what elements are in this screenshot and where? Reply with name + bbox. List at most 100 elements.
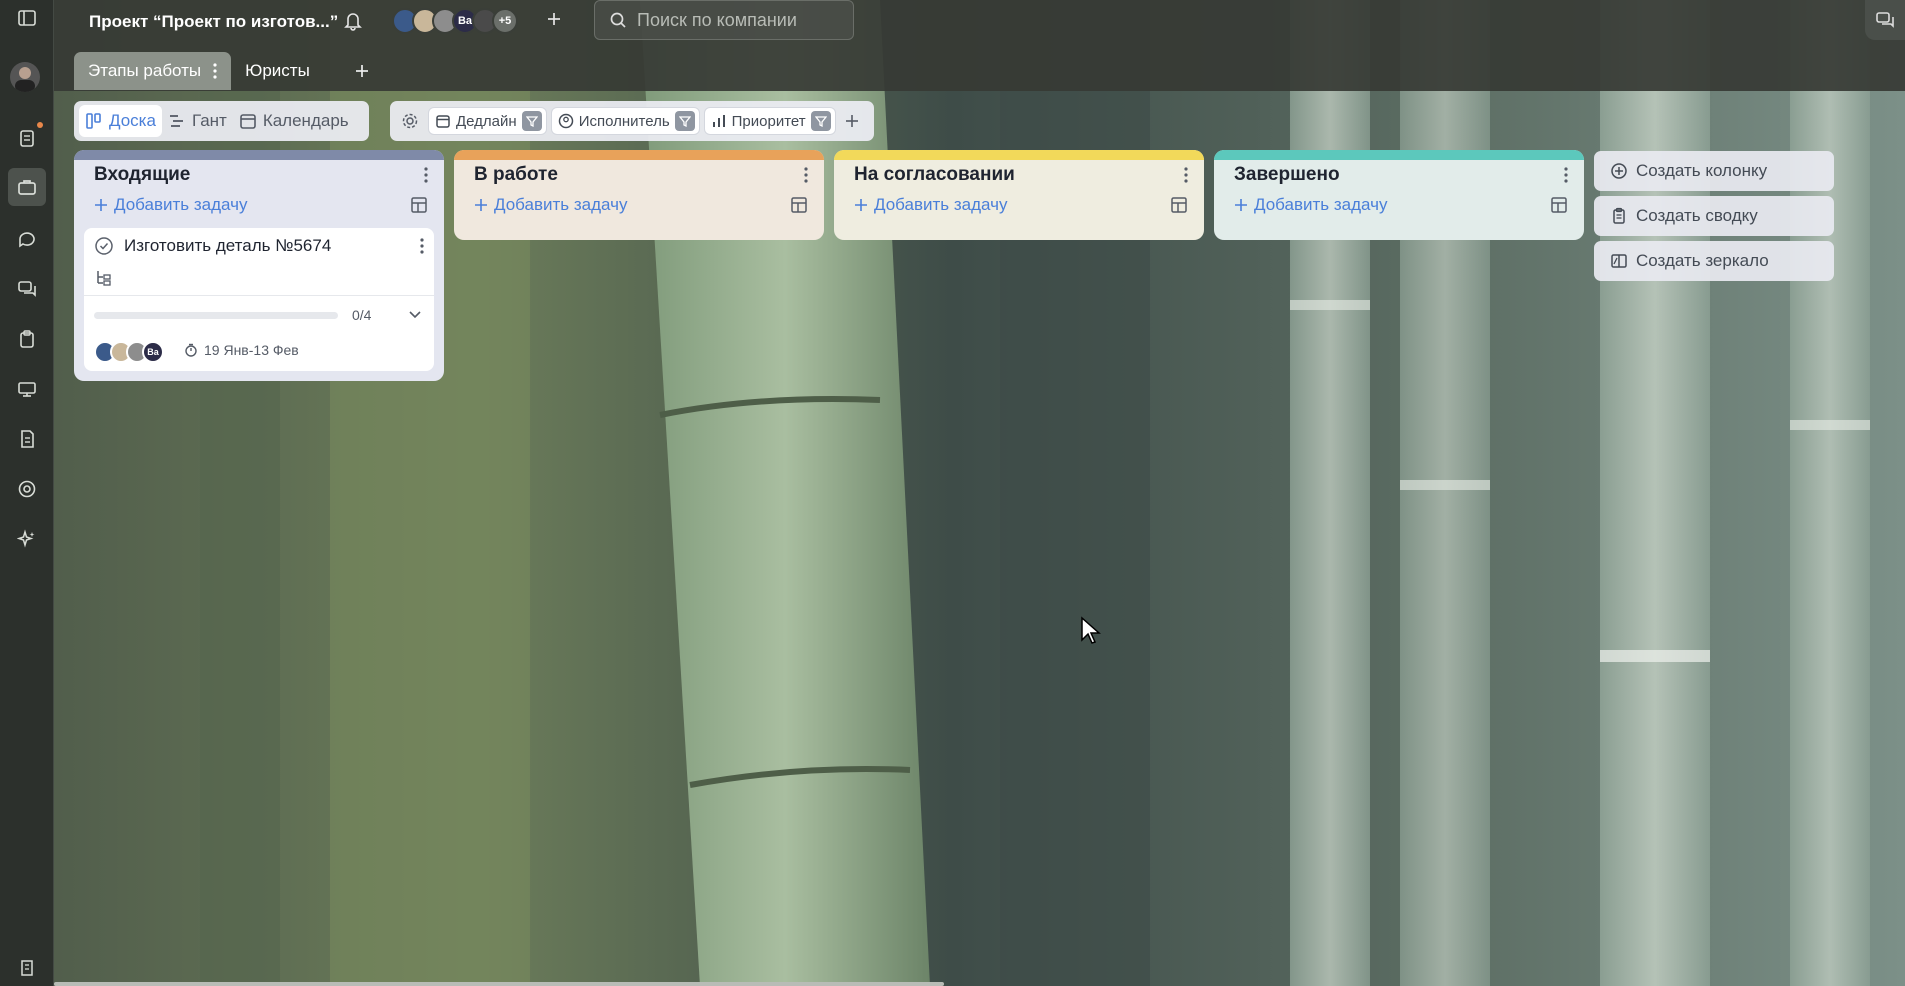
support-icon[interactable]: [13, 475, 41, 503]
left-sidebar: [0, 0, 54, 986]
column-color-strip: [834, 150, 1204, 160]
chat-icon[interactable]: [13, 225, 41, 253]
kebab-icon[interactable]: [213, 63, 217, 79]
task-card[interactable]: Изготовить деталь №5674 0/4 Ва 19 Янв-13…: [84, 228, 434, 371]
tab-work-stages[interactable]: Этапы работы: [74, 52, 232, 90]
add-tab-icon[interactable]: [354, 63, 370, 79]
plus-icon: [475, 199, 487, 211]
add-task-button[interactable]: Добавить задачу: [474, 195, 627, 215]
filter-priority-button[interactable]: Приоритет: [703, 107, 836, 135]
task-title[interactable]: Изготовить деталь №5674: [124, 236, 331, 256]
funnel-icon[interactable]: [810, 111, 831, 131]
template-icon[interactable]: [1170, 196, 1188, 214]
user-avatar[interactable]: [10, 62, 40, 92]
filter-label: Дедлайн: [456, 112, 517, 130]
funnel-icon[interactable]: [521, 111, 542, 131]
add-task-label: Добавить задачу: [114, 195, 248, 214]
column-title: Входящие: [94, 164, 191, 185]
gear-icon[interactable]: [396, 107, 424, 135]
company-search[interactable]: [594, 0, 854, 40]
calendar-icon: [435, 113, 451, 129]
bell-icon[interactable]: [344, 11, 362, 31]
template-icon[interactable]: [1550, 196, 1568, 214]
task-date-range: 19 Янв-13 Фев: [204, 342, 299, 358]
chat-panel-icon[interactable]: [1865, 0, 1905, 40]
plus-circle-icon: [1610, 162, 1628, 180]
chevron-down-icon[interactable]: [408, 307, 422, 321]
subtasks-icon[interactable]: [94, 269, 112, 287]
column-inbox: Входящие Добавить задачу Изготовить дета…: [74, 150, 444, 381]
plus-icon: [855, 199, 867, 211]
assignee-avatar: Ва: [142, 341, 164, 363]
add-task-button[interactable]: Добавить задачу: [854, 195, 1007, 215]
gantt-icon: [168, 112, 186, 130]
column-title: Завершено: [1234, 164, 1340, 185]
task-assignees[interactable]: Ва: [94, 341, 164, 363]
clipboard-check-icon[interactable]: [13, 325, 41, 353]
column-menu-icon[interactable]: [804, 167, 808, 183]
view-label: Гант: [191, 111, 227, 130]
view-board-button[interactable]: Доска: [79, 105, 162, 137]
create-summary-button[interactable]: Создать сводку: [1594, 196, 1834, 236]
view-gantt-button[interactable]: Гант: [162, 105, 233, 137]
projects-icon[interactable]: [8, 168, 46, 206]
view-switcher: Доска Гант Календарь: [74, 101, 369, 141]
company-icon[interactable]: [13, 954, 41, 982]
column-in-progress: В работе Добавить задачу: [454, 150, 824, 240]
column-color-strip: [454, 150, 824, 160]
board-icon: [85, 112, 103, 130]
tab-lawyers[interactable]: Юристы: [231, 52, 324, 90]
members-more-badge[interactable]: +5: [492, 8, 518, 34]
project-title[interactable]: Проект “Проект по изготов...”: [89, 12, 338, 32]
task-status-icon[interactable]: [94, 236, 114, 256]
card-divider: [84, 295, 434, 296]
add-task-button[interactable]: Добавить задачу: [94, 195, 247, 215]
ai-sparkle-icon[interactable]: [13, 525, 41, 553]
monitor-icon[interactable]: [13, 375, 41, 403]
view-label: Доска: [109, 111, 156, 130]
create-column-button[interactable]: Создать колонку: [1594, 151, 1834, 191]
plus-icon: [95, 199, 107, 211]
add-task-label: Добавить задачу: [494, 195, 628, 214]
add-task-button[interactable]: Добавить задачу: [1234, 195, 1387, 215]
column-menu-icon[interactable]: [1564, 167, 1568, 183]
column-color-strip: [74, 150, 444, 160]
task-progress-bar: [94, 312, 338, 319]
action-label: Создать колонку: [1636, 161, 1768, 180]
project-members[interactable]: Ва +5: [392, 8, 518, 34]
add-task-label: Добавить задачу: [1254, 195, 1388, 214]
timer-icon: [184, 343, 198, 357]
action-label: Создать сводку: [1636, 206, 1758, 225]
view-calendar-button[interactable]: Календарь: [233, 105, 355, 137]
column-menu-icon[interactable]: [424, 167, 428, 183]
messages-icon[interactable]: [13, 275, 41, 303]
mirror-icon: [1610, 252, 1628, 270]
add-task-label: Добавить задачу: [874, 195, 1008, 214]
create-mirror-button[interactable]: Создать зеркало: [1594, 241, 1834, 281]
column-color-strip: [1214, 150, 1584, 160]
top-bar: Проект “Проект по изготов...” Ва +5 Этап…: [54, 0, 1905, 91]
template-icon[interactable]: [790, 196, 808, 214]
documents-icon[interactable]: [13, 425, 41, 453]
tasks-icon[interactable]: [13, 122, 43, 152]
sidebar-toggle-icon[interactable]: [13, 4, 41, 32]
horizontal-scrollbar[interactable]: [54, 982, 944, 986]
filter-assignee-button[interactable]: Исполнитель: [550, 107, 700, 135]
task-progress-count: 0/4: [352, 307, 372, 323]
add-member-icon[interactable]: [545, 10, 563, 28]
view-label: Календарь: [262, 111, 349, 130]
funnel-icon[interactable]: [674, 111, 695, 131]
filter-deadline-button[interactable]: Дедлайн: [428, 107, 547, 135]
add-filter-icon[interactable]: [840, 114, 864, 128]
task-menu-icon[interactable]: [420, 238, 424, 254]
plus-icon: [1235, 199, 1247, 211]
calendar-icon: [239, 112, 257, 130]
board-background: [0, 0, 1905, 986]
board-actions: Создать колонку Создать сводку Создать з…: [1594, 151, 1834, 286]
task-dates[interactable]: 19 Янв-13 Фев: [184, 342, 299, 358]
column-menu-icon[interactable]: [1184, 167, 1188, 183]
filter-bar: Дедлайн Исполнитель Приоритет: [390, 101, 874, 141]
search-input[interactable]: [637, 9, 837, 31]
column-title: В работе: [474, 164, 558, 185]
template-icon[interactable]: [410, 196, 428, 214]
